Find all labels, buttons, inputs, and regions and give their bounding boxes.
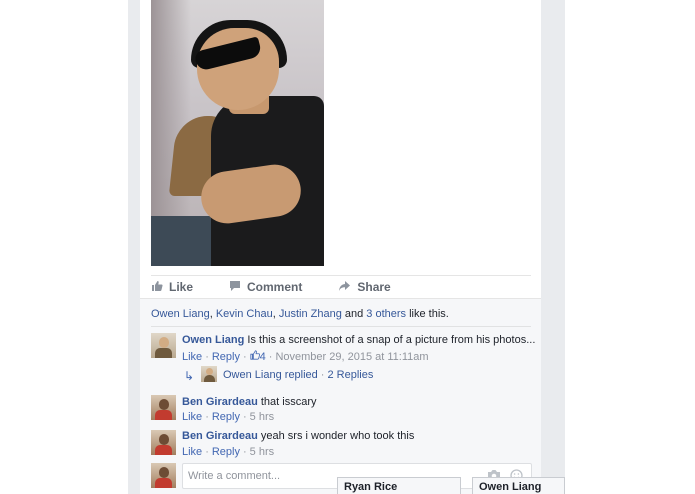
avatar[interactable] xyxy=(201,366,217,382)
comment-text: that isscary xyxy=(257,396,317,408)
reply-verb: replied xyxy=(281,369,318,381)
avatar[interactable] xyxy=(151,333,176,358)
comment-like-link[interactable]: Like xyxy=(182,446,202,458)
share-icon xyxy=(338,280,351,295)
thumbs-up-icon xyxy=(250,350,260,363)
share-button[interactable]: Share xyxy=(338,280,391,295)
avatar[interactable] xyxy=(151,463,176,488)
comment-body: Owen Liang Is this a screenshot of a sna… xyxy=(182,334,535,346)
comment-author-link[interactable]: Ben Girardeau xyxy=(182,430,258,442)
reply-author: Owen Liang xyxy=(223,369,282,381)
view-replies-link[interactable]: Owen Liang replied · 2 Replies xyxy=(223,369,373,381)
page-gutter-right xyxy=(541,0,565,494)
comment-like-count[interactable]: 4 xyxy=(260,351,266,363)
comment-icon xyxy=(229,280,241,295)
comment-reply-link[interactable]: Reply xyxy=(212,411,240,423)
post-photo[interactable] xyxy=(151,0,324,266)
feedback-section: Owen Liang, Kevin Chau, Justin Zhang and… xyxy=(140,298,541,494)
post-actions-bar: Like Comment Share xyxy=(151,276,531,298)
comment-body: Ben Girardeau yeah srs i wonder who took… xyxy=(182,430,414,442)
likes-suffix: like this. xyxy=(406,308,449,320)
comment-timestamp[interactable]: 5 hrs xyxy=(250,411,274,423)
comment-meta: Like · Reply · 5 hrs xyxy=(182,411,275,423)
reply-count: 2 Replies xyxy=(327,369,374,381)
comment-label: Comment xyxy=(247,280,303,294)
liker-link[interactable]: Justin Zhang xyxy=(279,308,342,320)
comment-text: yeah srs i wonder who took this xyxy=(257,430,415,442)
share-label: Share xyxy=(357,280,391,294)
comment-author-link[interactable]: Ben Girardeau xyxy=(182,396,258,408)
avatar[interactable] xyxy=(151,430,176,455)
comment-like-link[interactable]: Like xyxy=(182,351,202,363)
post-card: Like Comment Share Owen Liang, Kevin Cha… xyxy=(140,0,541,494)
likes-and: and xyxy=(341,308,367,320)
comment-meta: Like · Reply · 4 · November 29, 2015 at 11:11a… xyxy=(182,350,429,363)
reply-arrow-icon: ↳ xyxy=(184,369,195,383)
comment-meta: Like · Reply · 5 hrs xyxy=(182,446,275,458)
likes-summary: Owen Liang, Kevin Chau, Justin Zhang and… xyxy=(151,308,449,320)
comment-author-link[interactable]: Owen Liang xyxy=(182,334,244,346)
comment-text: Is this a screenshot of a snap of a pict… xyxy=(244,334,536,346)
comment-button[interactable]: Comment xyxy=(229,280,302,295)
comment-like-link[interactable]: Like xyxy=(182,411,202,423)
comment-timestamp[interactable]: November 29, 2015 at 11:11am xyxy=(275,351,428,363)
chat-tab-owen-liang[interactable]: Owen Liang xyxy=(472,477,565,494)
comment-timestamp[interactable]: 5 hrs xyxy=(250,446,274,458)
comment-body: Ben Girardeau that isscary xyxy=(182,396,317,408)
thumbs-up-icon xyxy=(151,280,163,295)
like-label: Like xyxy=(169,280,194,294)
photo-poster xyxy=(151,216,211,266)
comment-reply-link[interactable]: Reply xyxy=(212,446,240,458)
liker-link[interactable]: Owen Liang xyxy=(151,308,210,320)
chat-tab-ryan-rice[interactable]: Ryan Rice xyxy=(337,477,461,494)
avatar[interactable] xyxy=(151,395,176,420)
like-button[interactable]: Like xyxy=(151,280,193,295)
comment-reply-link[interactable]: Reply xyxy=(212,351,240,363)
likes-divider xyxy=(151,326,531,327)
likes-others-link[interactable]: 3 others xyxy=(366,308,406,320)
liker-link[interactable]: Kevin Chau xyxy=(216,308,273,320)
page-gutter-left xyxy=(128,0,140,494)
